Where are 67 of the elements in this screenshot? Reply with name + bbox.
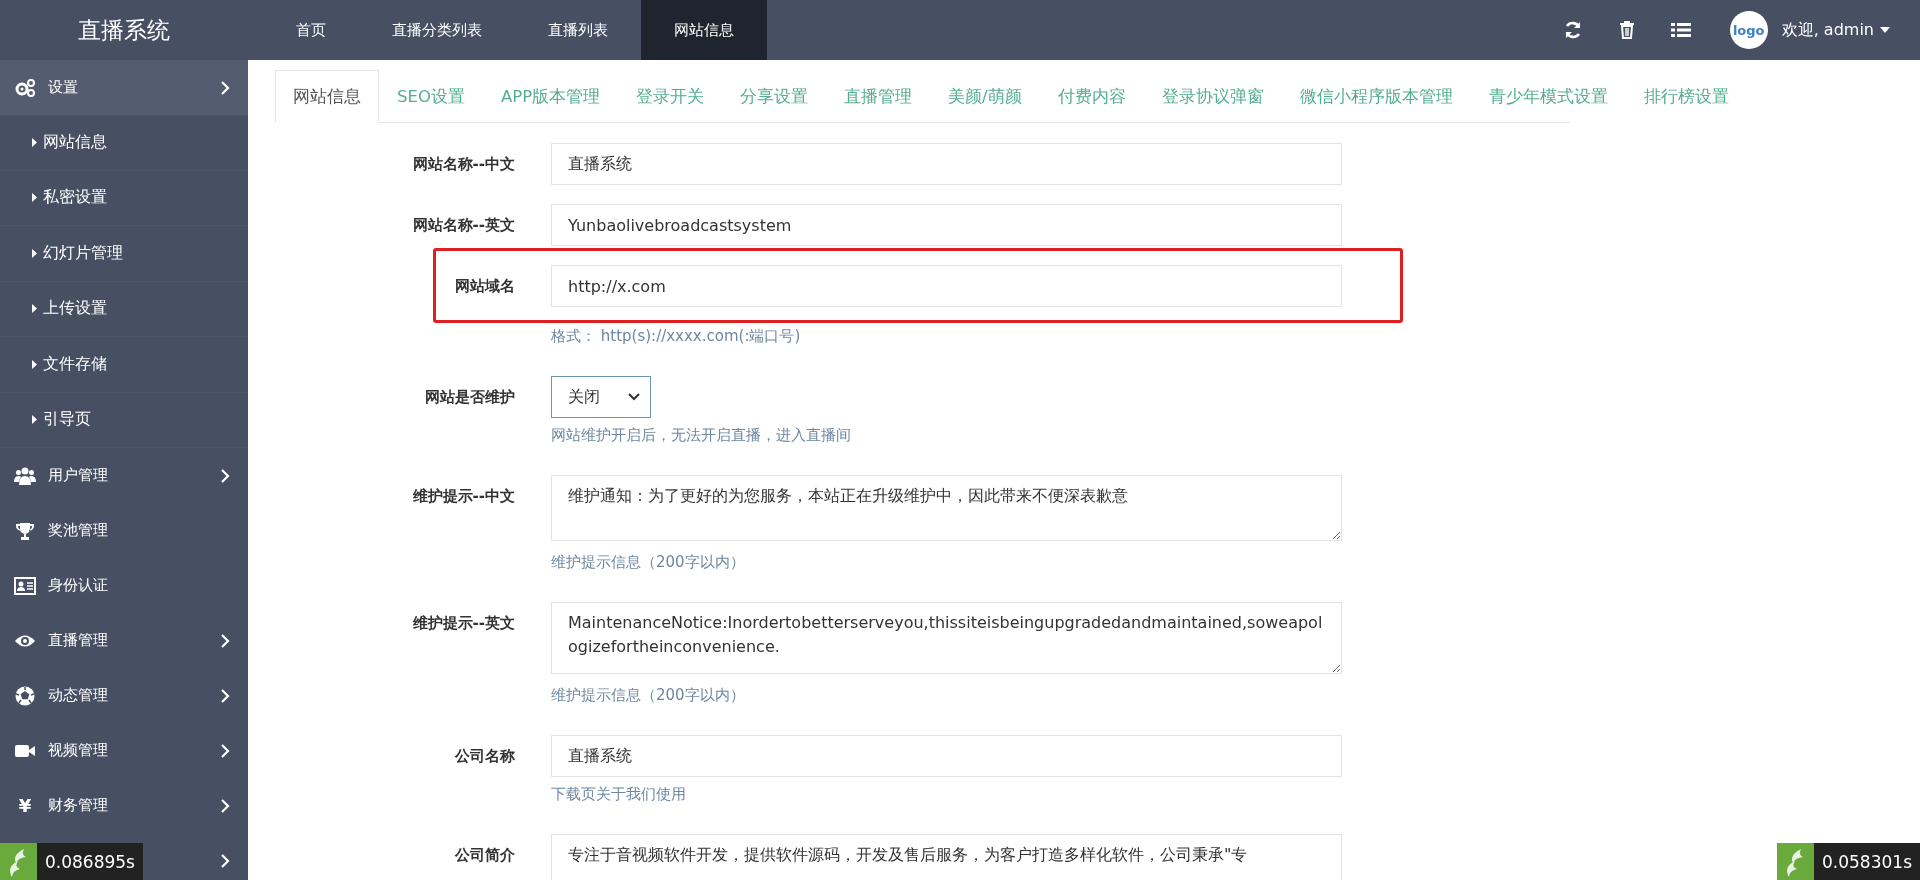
field-label: 网站名称--英文 xyxy=(411,215,515,236)
sidebar-subitem[interactable]: 文件存储 xyxy=(0,337,248,393)
sidebar-subitem[interactable]: 网站信息 xyxy=(0,115,248,171)
text-area[interactable]: MaintenanceNotice:Inordertobetterserveyou,thissiteisbeingupgradedandmaintained,soweapologizefortheinconvenience. xyxy=(551,602,1342,674)
text-field[interactable]: 直播系统 xyxy=(551,735,1342,777)
field-label: 网站域名 xyxy=(454,276,515,297)
sidebar-item[interactable]: 身份认证 xyxy=(0,558,248,613)
text-field[interactable]: Yunbaolivebroadcastsystem xyxy=(551,204,1342,246)
field-label: 公司简介 xyxy=(453,845,515,866)
nav-tab[interactable]: 首页 xyxy=(263,0,359,60)
chevron-right-icon xyxy=(220,468,230,483)
field-hint: 网站维护开启后，无法开启直播，进入直播间 xyxy=(551,426,852,445)
sidebar-item[interactable]: 用户管理 xyxy=(0,448,248,503)
users-icon xyxy=(14,465,36,486)
field-label: 网站是否维护 xyxy=(424,387,515,408)
field-label: 网站名称--中文 xyxy=(411,154,515,175)
text-area[interactable]: 专注于音视频软件开发，提供软件源码，开发及售后服务，为客户打造多样化软件，公司秉承"专 xyxy=(551,834,1342,880)
sidebar-subitem[interactable]: 私密设置 xyxy=(0,170,248,226)
sidebar-item[interactable]: 奖池管理 xyxy=(0,503,248,558)
sidebar-item[interactable]: ¥ 财务管理 xyxy=(0,778,248,833)
field-hint: 维护提示信息（200字以内） xyxy=(551,686,746,705)
nav-tab[interactable]: 直播分类列表 xyxy=(359,0,515,60)
field-label: 维护提示--中文 xyxy=(411,486,515,507)
triangle-icon xyxy=(32,248,37,258)
sidebar-subitem[interactable]: 幻灯片管理 xyxy=(0,226,248,282)
chevron-right-icon xyxy=(220,688,230,703)
field-hint: 下载页关于我们使用 xyxy=(551,785,687,804)
list-icon[interactable] xyxy=(1670,20,1691,40)
load-time: 0.086895s xyxy=(37,843,143,880)
chevron-right-icon xyxy=(220,743,230,758)
field-label: 维护提示--英文 xyxy=(411,613,515,634)
avatar-logo[interactable]: logo xyxy=(1729,11,1768,49)
user-menu[interactable]: 欢迎, admin xyxy=(1781,19,1890,41)
sidebar-item[interactable]: 视频管理 xyxy=(0,723,248,778)
field-hint: 维护提示信息（200字以内） xyxy=(551,553,746,572)
chevron-right-icon xyxy=(220,798,230,813)
chevron-right-icon xyxy=(220,80,230,95)
text-field[interactable]: http://x.com xyxy=(551,265,1342,307)
yen-icon: ¥ xyxy=(14,795,36,816)
text-area[interactable]: 维护通知：为了更好的为您服务，本站正在升级维护中，因此带来不便深表歉意 xyxy=(551,475,1342,541)
caret-down-icon xyxy=(1880,27,1890,33)
triangle-icon xyxy=(32,193,37,203)
field-label: 公司名称 xyxy=(453,746,515,767)
triangle-icon xyxy=(32,415,37,425)
triangle-icon xyxy=(32,304,37,314)
field-hint: 格式： http(s)://xxxx.com(:端口号) xyxy=(551,327,802,346)
nav-tab[interactable]: 直播列表 xyxy=(515,0,641,60)
app-title: 直播系统 xyxy=(77,15,171,45)
load-time: 0.058301s xyxy=(1814,843,1920,880)
triangle-icon xyxy=(32,137,37,147)
sidebar-item[interactable]: 直播管理 xyxy=(0,613,248,668)
dropdown[interactable]: 关闭 xyxy=(551,376,651,418)
chevron-right-icon xyxy=(220,633,230,648)
id-card-icon xyxy=(14,575,36,596)
sidebar-subitem[interactable]: 上传设置 xyxy=(0,281,248,337)
triangle-icon xyxy=(32,359,37,369)
sidebar-subitem[interactable]: 引导页 xyxy=(0,392,248,448)
text-field[interactable]: 直播系统 xyxy=(551,143,1342,185)
soccer-ball-icon xyxy=(14,685,36,706)
chevron-down-icon xyxy=(628,393,640,401)
sidebar-item[interactable]: 设置 xyxy=(0,60,248,115)
nav-tab[interactable]: 网站信息 xyxy=(641,0,767,60)
trophy-icon xyxy=(14,520,36,541)
tab[interactable]: 网站信息 xyxy=(275,70,379,123)
gears-icon xyxy=(14,77,36,98)
sidebar-item[interactable]: 动态管理 xyxy=(0,668,248,723)
chevron-right-icon[interactable] xyxy=(220,853,230,868)
